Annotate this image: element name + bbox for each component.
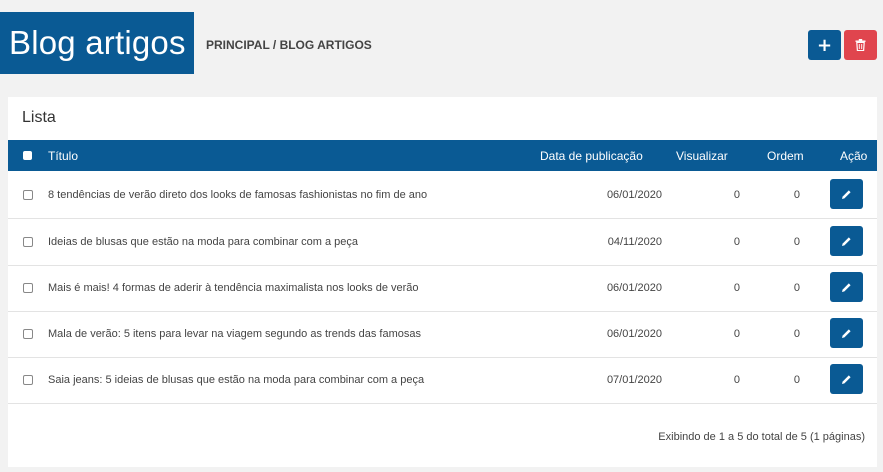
row-date: 04/11/2020 (607, 236, 662, 248)
row-date: 06/01/2020 (606, 328, 662, 340)
panel-title: Lista (22, 109, 56, 126)
row-date: 06/01/2020 (606, 189, 662, 201)
edit-button[interactable] (830, 272, 863, 302)
add-button[interactable]: + (808, 30, 841, 60)
row-title[interactable]: Mais é mais! 4 formas de aderir à tendên… (48, 282, 419, 294)
row-views: 0 (733, 189, 740, 201)
row-title[interactable]: Saia jeans: 5 ideias de blusas que estão… (48, 374, 424, 386)
row-views: 0 (733, 374, 740, 386)
row-order: 0 (793, 236, 800, 248)
row-checkbox[interactable] (23, 190, 33, 200)
column-header-acao: Ação (840, 149, 868, 163)
delete-button[interactable] (844, 30, 877, 60)
table-row: 8 tendências de verão direto dos looks d… (8, 172, 877, 219)
pencil-icon (842, 282, 851, 292)
column-header-ordem[interactable]: Ordem (767, 149, 804, 163)
list-panel: Lista Título Data de publicação Visualiz… (8, 97, 877, 467)
row-title[interactable]: Ideias de blusas que estão na moda para … (48, 236, 358, 248)
column-header-visualizar[interactable]: Visualizar (676, 149, 728, 163)
table-row: Mala de verão: 5 itens para levar na via… (8, 311, 877, 358)
pencil-icon (842, 328, 851, 338)
pencil-icon (842, 236, 851, 246)
pagination-summary: Exibindo de 1 a 5 do total de 5 (1 págin… (658, 431, 865, 443)
row-title[interactable]: Mala de verão: 5 itens para levar na via… (48, 328, 421, 340)
row-checkbox[interactable] (23, 283, 33, 293)
row-views: 0 (733, 282, 740, 294)
edit-button[interactable] (830, 364, 863, 394)
row-order: 0 (793, 328, 800, 340)
breadcrumb: PRINCIPAL / BLOG ARTIGOS (206, 38, 372, 52)
column-header-titulo[interactable]: Título (48, 149, 78, 163)
row-order: 0 (793, 374, 800, 386)
row-date: 07/01/2020 (606, 374, 662, 386)
table-header: Título Data de publicação Visualizar Ord… (8, 140, 877, 171)
pencil-icon (842, 374, 851, 384)
row-checkbox[interactable] (23, 375, 33, 385)
row-checkbox[interactable] (23, 237, 33, 247)
table-row: Saia jeans: 5 ideias de blusas que estão… (8, 357, 877, 404)
row-views: 0 (733, 328, 740, 340)
column-header-data[interactable]: Data de publicação (540, 149, 643, 163)
trash-icon (855, 39, 866, 51)
row-title[interactable]: 8 tendências de verão direto dos looks d… (48, 189, 427, 201)
table-row: Ideias de blusas que estão na moda para … (8, 219, 877, 266)
row-order: 0 (793, 282, 800, 294)
pencil-icon (842, 189, 851, 199)
edit-button[interactable] (830, 318, 863, 348)
row-date: 06/01/2020 (606, 282, 662, 294)
row-checkbox[interactable] (23, 329, 33, 339)
edit-button[interactable] (830, 179, 863, 209)
row-views: 0 (733, 236, 740, 248)
select-all-checkbox[interactable] (23, 151, 32, 160)
edit-button[interactable] (830, 226, 863, 256)
row-order: 0 (793, 189, 800, 201)
page-title: Blog artigos (0, 12, 194, 74)
table-row: Mais é mais! 4 formas de aderir à tendên… (8, 265, 877, 312)
